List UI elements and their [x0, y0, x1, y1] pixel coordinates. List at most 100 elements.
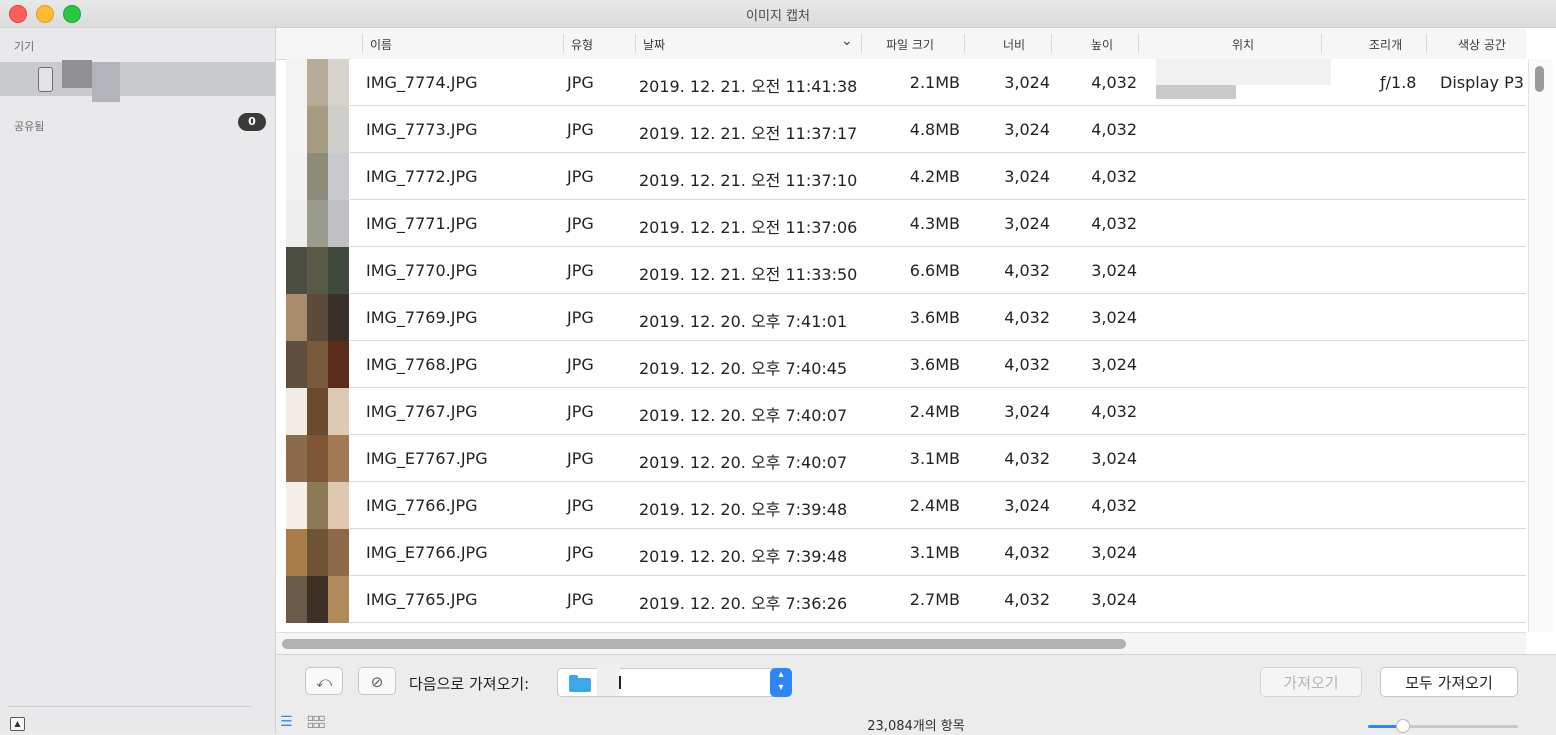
import-all-button[interactable]: 모두 가져오기: [1380, 667, 1518, 697]
date-cell: 2019. 12. 20. 오후 7:39:48: [639, 547, 848, 566]
file-size-cell: 6.6MB: [909, 261, 960, 280]
column-header-height[interactable]: 높이: [1091, 36, 1113, 53]
column-header-location[interactable]: 위치: [1232, 36, 1254, 53]
table-row[interactable]: IMG_7767.JPG JPG 2019. 12. 20. 오후 7:40:07 2…: [350, 388, 1526, 435]
width-cell: 4,032: [1004, 543, 1050, 562]
column-divider: [362, 34, 363, 53]
date-cell: 2019. 12. 21. 오전 11:37:10: [639, 171, 858, 190]
thumbnail-pixel: [286, 294, 307, 341]
file-name-cell: IMG_E7766.JPG: [366, 543, 488, 562]
thumbnail[interactable]: [286, 294, 350, 341]
file-name-cell: IMG_E7767.JPG: [366, 449, 488, 468]
column-header-row: 이름 유형 날짜 ⌄ 파일 크기 너비 높이 위치 조리개 색상 공간: [276, 28, 1526, 60]
thumbnail[interactable]: [286, 200, 350, 247]
file-name-cell: IMG_7768.JPG: [366, 355, 478, 374]
popup-up-down-arrows-icon: ▴ ▾: [770, 668, 792, 697]
column-header-name[interactable]: 이름: [370, 36, 392, 53]
table-row[interactable]: IMG_E7767.JPG JPG 2019. 12. 20. 오후 7:40:07…: [350, 435, 1526, 482]
width-cell: 4,032: [1004, 308, 1050, 327]
rotate-left-icon: ⤺: [315, 673, 333, 691]
thumbnail-pixel: [328, 388, 349, 435]
rotate-left-button[interactable]: ⤺: [305, 667, 343, 695]
color-space-cell: Display P3: [1440, 73, 1524, 92]
column-header-date[interactable]: 날짜: [643, 36, 665, 53]
height-cell: 4,032: [1091, 167, 1137, 186]
thumbnail-column: [286, 59, 350, 632]
import-button[interactable]: 가져오기: [1260, 667, 1362, 697]
column-header-color-space[interactable]: 색상 공간: [1458, 36, 1506, 53]
thumbnail[interactable]: [286, 59, 350, 106]
thumbnail-pixel: [286, 482, 307, 529]
sidebar-divider: [8, 706, 252, 707]
thumbnail-size-slider[interactable]: [1368, 719, 1518, 733]
table-row[interactable]: IMG_7773.JPG JPG 2019. 12. 21. 오전 11:37:17…: [350, 106, 1526, 153]
thumbnail-pixel: [328, 435, 349, 482]
thumbnail-pixel: [286, 153, 307, 200]
thumbnail[interactable]: [286, 106, 350, 153]
prohibited-icon: ⊘: [370, 673, 384, 691]
thumbnail-pixel: [286, 247, 307, 294]
thumbnail-pixel: [328, 341, 349, 388]
file-size-cell: 3.6MB: [909, 308, 960, 327]
table-row[interactable]: IMG_7774.JPG JPG 2019. 12. 21. 오전 11:41:38…: [350, 59, 1526, 106]
file-name-cell: IMG_7767.JPG: [366, 402, 478, 421]
thumbnail[interactable]: [286, 341, 350, 388]
height-cell: 4,032: [1091, 120, 1137, 139]
sidebar: 기기 공유됨 0 ▲: [0, 28, 276, 734]
width-cell: 4,032: [1004, 355, 1050, 374]
sidebar-item-device[interactable]: [0, 60, 275, 102]
thumbnail[interactable]: [286, 388, 350, 435]
thumbnail-pixel: [307, 106, 328, 153]
table-row[interactable]: IMG_7772.JPG JPG 2019. 12. 21. 오전 11:37:10…: [350, 153, 1526, 200]
thumbnail[interactable]: [286, 529, 350, 576]
file-size-cell: 2.4MB: [909, 402, 960, 421]
table-row[interactable]: IMG_7770.JPG JPG 2019. 12. 21. 오전 11:33:50…: [350, 247, 1526, 294]
thumbnail-pixel: [286, 388, 307, 435]
column-divider: [964, 34, 965, 53]
file-type-cell: JPG: [567, 449, 594, 468]
horizontal-scrollbar[interactable]: [276, 632, 1526, 655]
thumbnail[interactable]: [286, 153, 350, 200]
table-row[interactable]: IMG_7765.JPG JPG 2019. 12. 20. 오후 7:36:26 2…: [350, 576, 1526, 623]
thumbnail[interactable]: [286, 435, 350, 482]
height-cell: 3,024: [1091, 543, 1137, 562]
table-row[interactable]: IMG_7768.JPG JPG 2019. 12. 20. 오후 7:40:45 3…: [350, 341, 1526, 388]
thumbnail[interactable]: [286, 576, 350, 623]
thumbnail-pixel: [286, 200, 307, 247]
file-type-cell: JPG: [567, 590, 594, 609]
column-divider: [1051, 34, 1052, 53]
column-header-width[interactable]: 너비: [1003, 36, 1025, 53]
file-size-cell: 4.3MB: [909, 214, 960, 233]
column-header-aperture[interactable]: 조리개: [1369, 36, 1402, 53]
file-size-cell: 2.4MB: [909, 496, 960, 515]
width-cell: 3,024: [1004, 167, 1050, 186]
thumbnail-pixel: [307, 576, 328, 623]
horizontal-scroll-thumb[interactable]: [282, 639, 1126, 649]
window-title: 이미지 캡처: [746, 9, 810, 24]
thumbnail[interactable]: [286, 247, 350, 294]
file-name-cell: IMG_7773.JPG: [366, 120, 478, 139]
date-cell: 2019. 12. 20. 오후 7:40:07: [639, 453, 848, 472]
file-type-cell: JPG: [567, 261, 594, 280]
thumbnail-pixel: [307, 247, 328, 294]
thumbnail-pixel: [307, 200, 328, 247]
column-header-type[interactable]: 유형: [571, 36, 593, 53]
file-name-cell: IMG_7765.JPG: [366, 590, 478, 609]
thumbnail-pixel: [307, 435, 328, 482]
table-row[interactable]: IMG_7766.JPG JPG 2019. 12. 20. 오후 7:39:48 2…: [350, 482, 1526, 529]
table-row[interactable]: IMG_7769.JPG JPG 2019. 12. 20. 오후 7:41:01 3…: [350, 294, 1526, 341]
thumbnail[interactable]: [286, 482, 350, 529]
width-cell: 3,024: [1004, 214, 1050, 233]
thumbnail-size-slider-knob[interactable]: [1395, 719, 1410, 733]
column-header-size[interactable]: 파일 크기: [886, 36, 934, 53]
eject-icon[interactable]: ▲: [10, 717, 25, 731]
delete-button[interactable]: ⊘: [358, 667, 396, 695]
date-cell: 2019. 12. 20. 오후 7:41:01: [639, 312, 848, 331]
vertical-scrollbar[interactable]: [1528, 59, 1553, 632]
vertical-scroll-thumb[interactable]: [1535, 66, 1544, 92]
file-name-cell: IMG_7771.JPG: [366, 214, 478, 233]
table-row[interactable]: IMG_7771.JPG JPG 2019. 12. 21. 오전 11:37:06…: [350, 200, 1526, 247]
file-type-cell: JPG: [567, 73, 594, 92]
import-destination-popup[interactable]: ▴ ▾: [557, 664, 792, 697]
table-row[interactable]: IMG_E7766.JPG JPG 2019. 12. 20. 오후 7:39:48…: [350, 529, 1526, 576]
